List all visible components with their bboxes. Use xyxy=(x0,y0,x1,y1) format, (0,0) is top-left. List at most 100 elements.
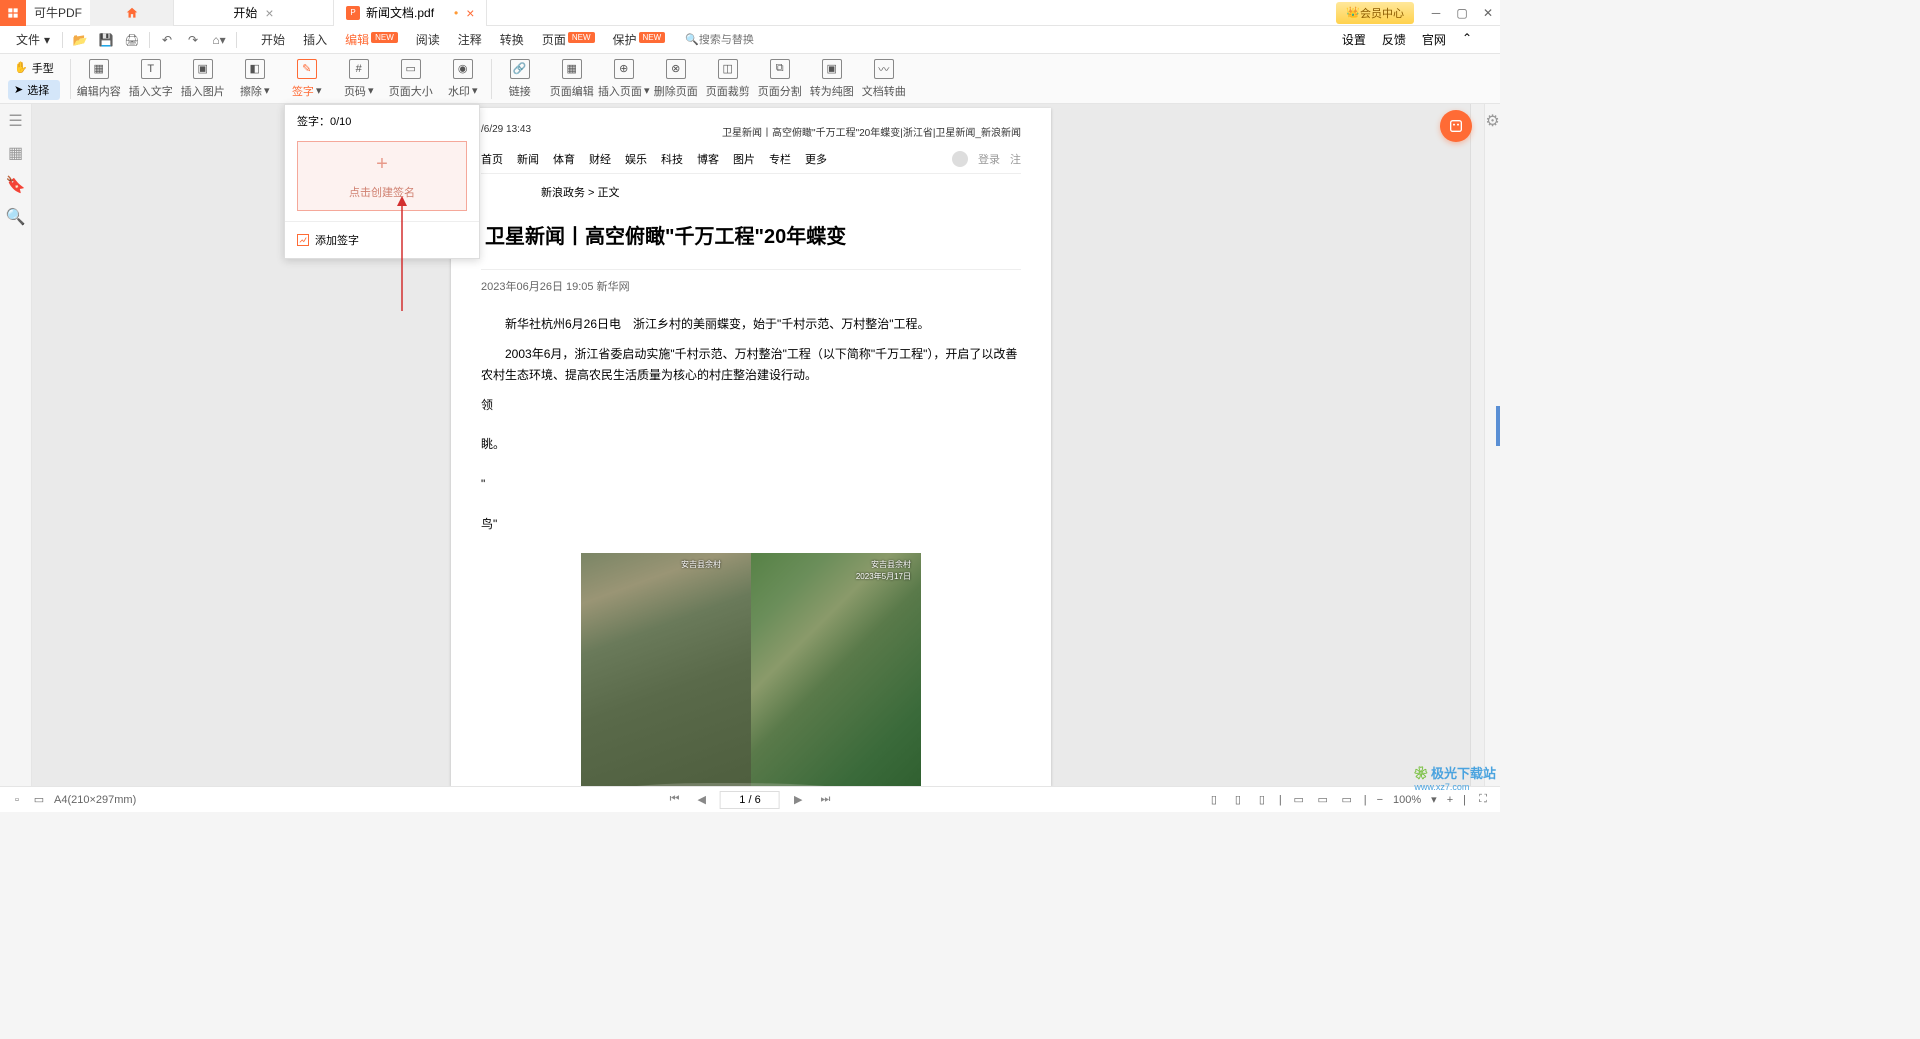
next-page-button[interactable]: ▶ xyxy=(790,793,806,806)
zoom-level[interactable]: 100% xyxy=(1393,794,1421,806)
page-icon[interactable]: ▭ xyxy=(32,793,46,807)
tab-home[interactable] xyxy=(90,0,174,26)
thumbnails-icon[interactable]: ☰ xyxy=(7,112,25,130)
layout-3-icon[interactable]: ▭ xyxy=(1340,793,1354,807)
tool-insert-text[interactable]: T插入文字 xyxy=(125,59,177,99)
fullscreen-icon[interactable]: ⛶ xyxy=(1476,793,1490,807)
tool-edit-content[interactable]: ▦编辑内容 xyxy=(73,59,125,99)
close-icon[interactable]: × xyxy=(466,5,474,21)
scrollbar[interactable] xyxy=(1470,104,1484,786)
tool-to-image[interactable]: ▣转为纯图 xyxy=(806,59,858,99)
zoom-out-button[interactable]: − xyxy=(1377,794,1383,806)
page-navigator: ⏮ ◀ 1 / 6 ▶ ⏭ xyxy=(666,791,835,809)
menu-tab-convert[interactable]: 转换 xyxy=(500,31,524,48)
handwrite-icon xyxy=(297,234,309,246)
tool-insert-page[interactable]: ⊕插入页面▾ xyxy=(598,59,650,99)
select-tool[interactable]: ➤选择 xyxy=(8,80,60,100)
zoom-in-button[interactable]: + xyxy=(1447,794,1453,806)
article-title: 卫星新闻丨高空俯瞰"千万工程"20年蝶变 xyxy=(481,220,1021,249)
page-indicator[interactable]: 1 / 6 xyxy=(720,791,780,809)
resize-handle[interactable] xyxy=(1496,406,1500,446)
first-page-button[interactable]: ⏮ xyxy=(666,793,684,806)
layout-1-icon[interactable]: ▭ xyxy=(1292,793,1306,807)
home-nav-icon[interactable]: ⌂▾ xyxy=(210,31,228,49)
insert-image-icon: ▣ xyxy=(193,59,213,79)
search-side-icon[interactable]: 🔍 xyxy=(7,208,25,226)
tool-link[interactable]: 🔗链接 xyxy=(494,59,546,99)
search-input[interactable] xyxy=(699,34,799,46)
vip-button[interactable]: 👑 会员中心 xyxy=(1336,2,1414,24)
crown-icon: 👑 xyxy=(1346,6,1360,19)
tool-delete-page[interactable]: ⊗删除页面 xyxy=(650,59,702,99)
save-icon[interactable]: 💾 xyxy=(97,31,115,49)
menu-feedback[interactable]: 反馈 xyxy=(1382,31,1406,48)
tab-label: 开始 xyxy=(233,4,257,21)
minimize-button[interactable]: ─ xyxy=(1424,1,1448,25)
create-signature-button[interactable]: + 点击创建签名 xyxy=(297,141,467,211)
ai-fab[interactable] xyxy=(1440,110,1472,142)
tab-document[interactable]: P 新闻文档.pdf • × xyxy=(334,0,487,26)
close-button[interactable]: ✕ xyxy=(1476,1,1500,25)
cursor-icon: ➤ xyxy=(14,83,23,96)
menu-tab-page[interactable]: 页面NEW xyxy=(542,31,595,48)
sat-label: 2023年5月17日 xyxy=(856,571,911,582)
page-fit-icon[interactable]: ▫ xyxy=(10,793,24,807)
view-mode-2-icon[interactable]: ▯ xyxy=(1231,793,1245,807)
bookmark-icon[interactable]: 🔖 xyxy=(7,176,25,194)
crop-icon: ◫ xyxy=(718,59,738,79)
delete-page-icon: ⊗ xyxy=(666,59,686,79)
tool-watermark[interactable]: ◉水印▾ xyxy=(437,59,489,99)
print-icon[interactable]: 🖨 xyxy=(123,31,141,49)
tool-crop-page[interactable]: ◫页面裁剪 xyxy=(702,59,754,99)
add-handwrite-button[interactable]: 添加签字 xyxy=(285,221,479,258)
layout-2-icon[interactable]: ▭ xyxy=(1316,793,1330,807)
tool-insert-image[interactable]: ▣插入图片 xyxy=(177,59,229,99)
tool-page-number[interactable]: #页码▾ xyxy=(333,59,385,99)
menu-tab-insert[interactable]: 插入 xyxy=(303,31,327,48)
tool-erase[interactable]: ◧擦除▾ xyxy=(229,59,281,99)
view-mode-3-icon[interactable]: ▯ xyxy=(1255,793,1269,807)
hand-tool[interactable]: ✋手型 xyxy=(8,58,60,78)
pin-icon[interactable]: • xyxy=(454,6,458,20)
tool-to-curves[interactable]: 〰文档转曲 xyxy=(858,59,910,99)
close-icon[interactable]: × xyxy=(265,5,273,21)
tool-split-page[interactable]: ⧉页面分割 xyxy=(754,59,806,99)
menu-tab-edit[interactable]: 编辑NEW xyxy=(345,31,398,48)
open-icon[interactable]: 📂 xyxy=(71,31,89,49)
toolbar: ✋手型 ➤选择 ▦编辑内容 T插入文字 ▣插入图片 ◧擦除▾ ✎签字▾ #页码▾… xyxy=(0,54,1500,104)
tool-page-size[interactable]: ▭页面大小 xyxy=(385,59,437,99)
prev-page-button[interactable]: ◀ xyxy=(694,793,710,806)
create-label: 点击创建签名 xyxy=(349,184,415,200)
vip-label: 会员中心 xyxy=(1360,5,1404,21)
nav-item: 科技 xyxy=(661,151,683,167)
menu-tab-start[interactable]: 开始 xyxy=(261,31,285,48)
menu-official[interactable]: 官网 xyxy=(1422,31,1446,48)
page-timestamp: /6/29 13:43 xyxy=(481,124,531,139)
redo-icon[interactable]: ↷ xyxy=(184,31,202,49)
tool-signature[interactable]: ✎签字▾ xyxy=(281,59,333,99)
adjust-icon[interactable]: ⚙ xyxy=(1484,112,1502,130)
grid-icon[interactable]: ▦ xyxy=(7,144,25,162)
tool-page-edit[interactable]: ▦页面编辑 xyxy=(546,59,598,99)
maximize-button[interactable]: ▢ xyxy=(1450,1,1474,25)
menu-settings[interactable]: 设置 xyxy=(1342,31,1366,48)
view-mode-1-icon[interactable]: ▯ xyxy=(1207,793,1221,807)
menubar: 文件 ▾ 📂 💾 🖨 ↶ ↷ ⌂▾ 开始 插入 编辑NEW 阅读 注释 转换 页… xyxy=(0,26,1500,54)
avatar-icon xyxy=(952,151,968,167)
left-sidebar: ☰ ▦ 🔖 🔍 xyxy=(0,104,32,786)
collapse-icon[interactable]: ⌃ xyxy=(1462,31,1472,48)
file-menu[interactable]: 文件 ▾ xyxy=(8,31,58,48)
menu-tab-annotate[interactable]: 注释 xyxy=(458,31,482,48)
menu-tab-read[interactable]: 阅读 xyxy=(416,31,440,48)
canvas[interactable]: /6/29 13:43 卫星新闻丨高空俯瞰"千万工程"20年蝶变|浙江省|卫星新… xyxy=(32,104,1470,786)
menu-tab-protect[interactable]: 保护NEW xyxy=(613,31,666,48)
chevron-down-icon: ▾ xyxy=(44,33,50,47)
zoom-dropdown-icon[interactable]: ▾ xyxy=(1431,793,1437,806)
tab-start[interactable]: 开始 × xyxy=(174,0,334,26)
last-page-button[interactable]: ⏭ xyxy=(816,793,834,806)
undo-icon[interactable]: ↶ xyxy=(158,31,176,49)
signature-count: 0/10 xyxy=(330,116,351,128)
signature-popup: 签字：0/10 + 点击创建签名 添加签字 xyxy=(284,104,480,259)
search-box[interactable]: 🔍 xyxy=(685,33,799,46)
chevron-down-icon: ▾ xyxy=(264,84,270,97)
